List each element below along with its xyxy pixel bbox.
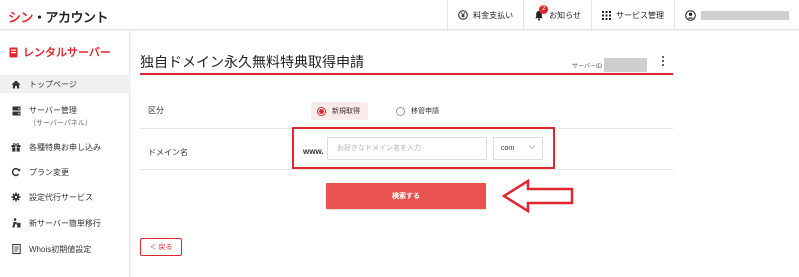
radio-transfer-request[interactable]: 移管申請 <box>390 102 447 120</box>
domain-name-input[interactable] <box>327 137 487 160</box>
bell-icon: 2 <box>534 4 549 21</box>
grid-icon <box>602 10 611 20</box>
nav-services-label: サービス管理 <box>616 10 664 20</box>
radio-label: 移管申請 <box>411 108 439 115</box>
nav-notices[interactable]: 2 お知らせ <box>523 0 591 30</box>
nav-user-account[interactable] <box>674 0 799 30</box>
logo-accent-text: シン <box>8 10 34 25</box>
radio-new-registration[interactable]: 新規取得 <box>311 102 368 120</box>
sidebar-item-label: プラン変更 <box>29 168 69 177</box>
sidebar-item-label: 新サーバー簡単移行 <box>29 219 101 228</box>
www-prefix: www. <box>303 147 324 156</box>
document-icon <box>10 244 22 254</box>
sidebar-item-setup-service[interactable]: 設定代行サービス <box>0 192 130 203</box>
nav-services[interactable]: サービス管理 <box>591 0 674 30</box>
annotation-arrow-icon <box>501 178 575 216</box>
gear-icon <box>10 192 22 202</box>
domain-label: ドメイン名 <box>148 148 188 157</box>
sidebar-item-label: トップページ <box>29 79 77 89</box>
type-radio-group: 新規取得 移管申請 <box>311 102 447 120</box>
type-label: 区分 <box>148 106 164 115</box>
server-id-value-redacted <box>603 58 647 72</box>
sidebar-title[interactable]: レンタルサーバー <box>9 44 111 60</box>
sidebar-item-server-migration[interactable]: 新サーバー簡単移行 <box>0 218 130 229</box>
main-panel: 独自ドメイン永久無料特典取得申請 サーバーID 区分 新規取得 移管申請 ドメイ… <box>131 31 799 277</box>
nav-notices-label: お知らせ <box>549 10 581 20</box>
server-icon <box>10 106 22 116</box>
sidebar-item-sublabel: （サーバーパネル） <box>29 120 92 127</box>
tld-selected-value: com <box>501 145 515 152</box>
server-id-label: サーバーID <box>572 63 602 70</box>
nav-billing-label: 料金支払い <box>473 10 514 20</box>
sidebar-item-label: 各種特典お申し込み <box>29 143 101 152</box>
sidebar-item-plan-change[interactable]: プラン変更 <box>0 167 130 178</box>
radio-unchecked-icon <box>396 106 405 116</box>
sidebar-item-label: 設定代行サービス <box>29 193 93 202</box>
more-options-icon[interactable] <box>662 56 666 66</box>
logo-text: ・アカウント <box>33 10 109 25</box>
sidebar-item-special-offers[interactable]: 各種特典お申し込み <box>0 142 130 153</box>
radio-checked-icon <box>317 106 326 116</box>
tld-select[interactable]: com <box>493 137 543 160</box>
top-header: シン・アカウント 料金支払い 2 お知らせ サービス管理 <box>0 0 799 30</box>
user-icon <box>685 9 696 21</box>
radio-label: 新規取得 <box>332 108 360 115</box>
nav-billing[interactable]: 料金支払い <box>447 0 523 30</box>
top-nav: 料金支払い 2 お知らせ サービス管理 <box>447 0 799 30</box>
refresh-icon <box>10 167 22 177</box>
search-button[interactable]: 検索する <box>326 183 486 209</box>
sidebar-item-whois-settings[interactable]: Whois初期値設定 <box>0 244 130 255</box>
title-underline <box>140 73 673 75</box>
brand-logo[interactable]: シン・アカウント <box>8 7 109 26</box>
sidebar-item-top-page[interactable]: トップページ <box>0 75 130 93</box>
mover-icon <box>10 218 22 228</box>
sidebar-title-label: レンタルサーバー <box>23 47 111 59</box>
server-id: サーバーID <box>572 58 647 72</box>
page-title: 独自ドメイン永久無料特典取得申請 <box>140 54 364 70</box>
yen-icon <box>458 10 468 20</box>
sidebar-item-server-management[interactable]: サーバー管理 （サーバーパネル） <box>0 105 130 128</box>
gift-icon <box>10 142 22 152</box>
sidebar: レンタルサーバー トップページ サーバー管理 （サーバーパネル） 各種特典お申し… <box>0 31 130 277</box>
back-button[interactable]: ＜ 戻る <box>140 238 182 256</box>
user-name-redacted <box>701 10 789 20</box>
sidebar-item-text: サーバー管理 （サーバーパネル） <box>29 105 92 128</box>
sidebar-item-label: サーバー管理 <box>29 106 77 115</box>
server-brand-icon <box>9 47 18 58</box>
notification-badge: 2 <box>539 4 549 14</box>
sidebar-item-label: Whois初期値設定 <box>29 245 92 254</box>
home-icon <box>10 80 22 89</box>
chevron-down-icon <box>528 144 536 152</box>
row-divider <box>140 169 673 170</box>
